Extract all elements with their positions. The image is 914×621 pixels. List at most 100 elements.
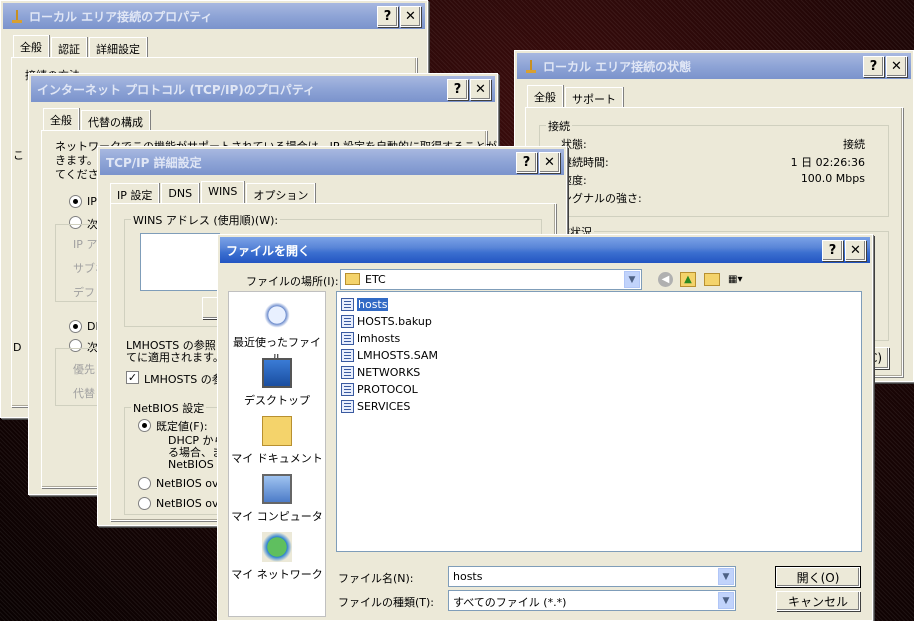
duration-value: 1 日 02:26:36	[790, 156, 865, 169]
netbios-disable-radio[interactable]	[138, 497, 151, 510]
place-desktop-label: デスクトップ	[244, 394, 310, 407]
partial-label: こ	[13, 149, 24, 162]
my-network-icon	[262, 532, 292, 562]
file-item-services[interactable]: SERVICES	[341, 398, 410, 414]
filetype-label: ファイルの種類(T):	[338, 596, 435, 609]
location-combo[interactable]: ETC ▼	[340, 269, 642, 290]
file-name: SERVICES	[357, 399, 411, 413]
file-icon	[341, 314, 354, 328]
file-item-networks[interactable]: NETWORKS	[341, 364, 420, 380]
titlebar[interactable]: ローカル エリア接続のプロパティ ? ✕	[3, 3, 425, 29]
view-menu-icon[interactable]: ▦▾	[728, 272, 750, 287]
tab-general[interactable]: 全般	[13, 35, 49, 57]
lmhosts-checkbox-label: LMHOSTS の参	[144, 373, 223, 386]
tab-wins[interactable]: WINS	[201, 181, 245, 203]
new-folder-icon[interactable]	[704, 273, 720, 286]
place-recent[interactable]: 最近使ったファイル	[229, 300, 325, 366]
filename-combo[interactable]: hosts ▼	[448, 566, 736, 587]
titlebar[interactable]: ローカル エリア接続の状態 ? ✕	[517, 53, 911, 79]
place-my-computer[interactable]: マイ コンピュータ	[229, 474, 325, 524]
titlebar[interactable]: TCP/IP 詳細設定 ? ✕	[100, 149, 564, 175]
chevron-down-icon[interactable]: ▼	[624, 271, 640, 288]
tab-general[interactable]: 全般	[527, 85, 563, 107]
file-name: lmhosts	[357, 331, 401, 345]
netbios-enable-radio[interactable]	[138, 477, 151, 490]
place-desktop[interactable]: デスクトップ	[229, 358, 325, 408]
place-my-documents[interactable]: マイ ドキュメント	[229, 416, 325, 466]
up-folder-icon[interactable]: ▲	[680, 272, 696, 287]
netbios-default-radio[interactable]	[138, 419, 151, 432]
location-label: ファイルの場所(I):	[246, 275, 339, 288]
file-item-lmhosts[interactable]: lmhosts	[341, 330, 400, 346]
place-my-computer-label: マイ コンピュータ	[231, 510, 323, 523]
help-button[interactable]: ?	[863, 56, 884, 77]
open-button[interactable]: 開く(O)	[775, 566, 861, 588]
tab-support[interactable]: サポート	[565, 87, 623, 107]
close-button[interactable]: ✕	[400, 6, 421, 27]
place-my-network-label: マイ ネットワーク	[231, 568, 323, 581]
place-my-documents-label: マイ ドキュメント	[231, 452, 323, 465]
folder-icon	[345, 273, 360, 285]
close-button[interactable]: ✕	[886, 56, 907, 77]
file-icon	[341, 331, 354, 345]
help-button[interactable]: ?	[822, 240, 843, 261]
filename-value: hosts	[453, 570, 483, 583]
auto-ip-radio[interactable]	[69, 195, 82, 208]
place-my-network[interactable]: マイ ネットワーク	[229, 532, 325, 582]
window-title: ローカル エリア接続のプロパティ	[29, 9, 213, 24]
file-item-hosts-bakup[interactable]: HOSTS.bakup	[341, 313, 432, 329]
file-icon	[341, 365, 354, 379]
wins-address-label: WINS アドレス (使用順)(W):	[131, 212, 281, 228]
file-item-protocol[interactable]: PROTOCOL	[341, 381, 418, 397]
file-icon	[341, 399, 354, 413]
file-name: HOSTS.bakup	[357, 314, 432, 328]
file-name: NETWORKS	[357, 365, 421, 379]
file-name: PROTOCOL	[357, 382, 418, 396]
tab-dns[interactable]: DNS	[161, 183, 200, 203]
help-button[interactable]: ?	[447, 79, 468, 100]
window-title: インターネット プロトコル (TCP/IP)のプロパティ	[37, 82, 316, 97]
chevron-down-icon[interactable]: ▼	[718, 592, 734, 609]
recent-icon	[262, 300, 292, 330]
tab-ip-settings[interactable]: IP 設定	[110, 183, 160, 203]
titlebar[interactable]: ファイルを開く ? ✕	[220, 237, 870, 263]
close-button[interactable]: ✕	[470, 79, 491, 100]
back-icon[interactable]: ◀	[658, 272, 673, 287]
tab-advanced[interactable]: 詳細設定	[89, 37, 147, 57]
status-value: 接続	[843, 138, 865, 151]
lmhosts-checkbox[interactable]: ✓	[126, 371, 139, 384]
file-item-lmhosts-sam[interactable]: LMHOSTS.SAM	[341, 347, 438, 363]
wins-address-list[interactable]	[140, 233, 220, 291]
open-button-label: 開く(O)	[796, 570, 840, 585]
titlebar[interactable]: インターネット プロトコル (TCP/IP)のプロパティ ? ✕	[31, 76, 495, 102]
tab-auth[interactable]: 認証	[51, 37, 87, 57]
help-button[interactable]: ?	[377, 6, 398, 27]
signal-label: シグナルの強さ:	[561, 192, 642, 205]
file-name: LMHOSTS.SAM	[357, 348, 438, 362]
tab-general[interactable]: 全般	[43, 108, 79, 130]
chevron-down-icon[interactable]: ▼	[718, 568, 734, 585]
auto-dns-radio[interactable]	[69, 320, 82, 333]
tab-options[interactable]: オプション	[246, 183, 316, 203]
partial-label-2: D	[13, 341, 22, 354]
file-icon	[341, 297, 354, 311]
filetype-combo[interactable]: すべてのファイル (*.*) ▼	[448, 590, 736, 611]
close-button[interactable]: ✕	[539, 152, 560, 173]
desktop-icon	[262, 358, 292, 388]
tab-alternate[interactable]: 代替の構成	[81, 110, 150, 130]
close-button[interactable]: ✕	[845, 240, 866, 261]
my-computer-icon	[262, 474, 292, 504]
auto-ip-label: IP	[87, 195, 97, 208]
filetype-value: すべてのファイル (*.*)	[453, 596, 567, 609]
location-value: ETC	[365, 273, 386, 286]
network-icon	[523, 58, 539, 74]
window-title: TCP/IP 詳細設定	[106, 155, 202, 170]
alternate-dns-label: 代替	[73, 387, 95, 400]
cancel-button[interactable]: キャンセル	[776, 591, 860, 611]
filename-label: ファイル名(N):	[338, 572, 414, 585]
help-button[interactable]: ?	[516, 152, 537, 173]
lmhosts-text-2: てに適用されます。	[126, 351, 224, 364]
file-item-hosts[interactable]: hosts	[341, 296, 389, 312]
my-documents-icon	[262, 416, 292, 446]
file-list[interactable]: hosts HOSTS.bakup lmhosts LMHOSTS.SAM NE…	[336, 291, 862, 552]
